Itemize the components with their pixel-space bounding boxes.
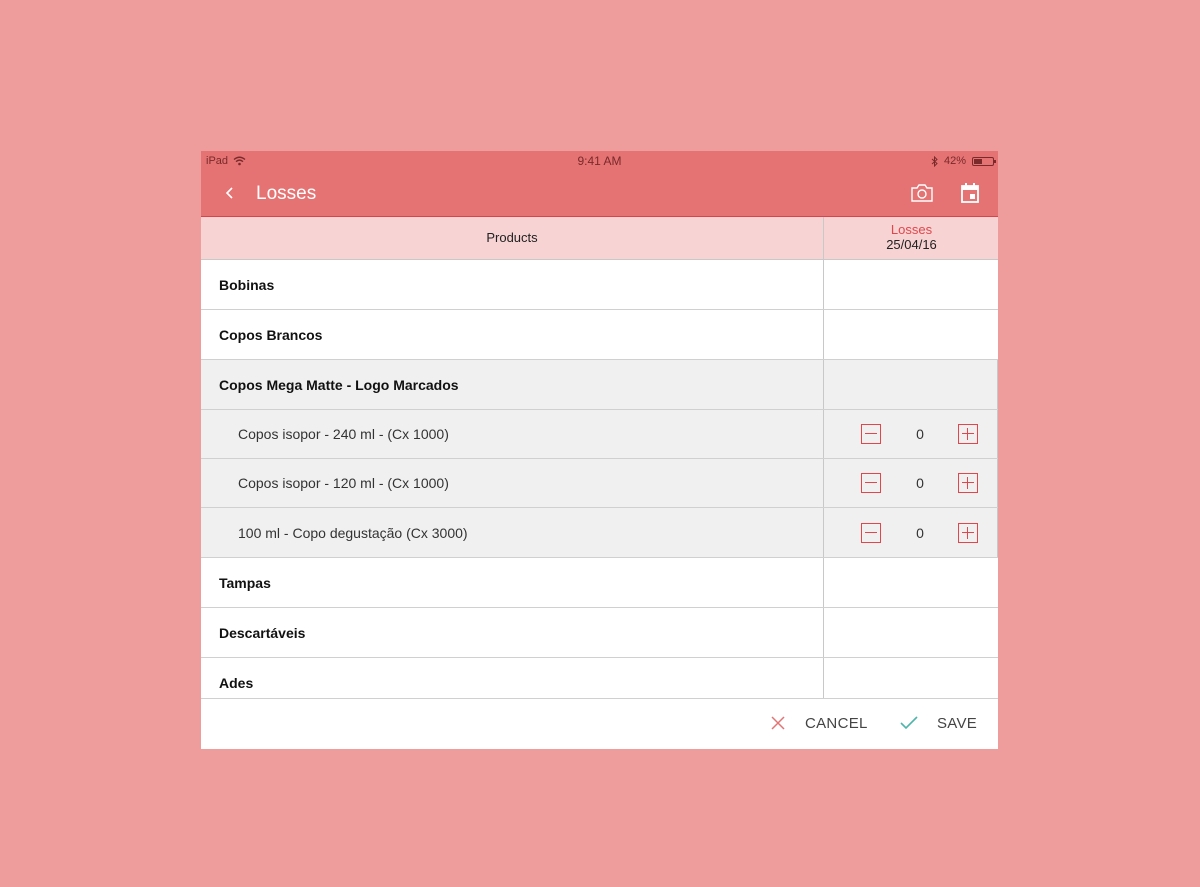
- close-icon: [771, 716, 785, 730]
- losses-cell: [823, 558, 998, 607]
- app-window: iPad 9:41 AM 42% Losses Products Losses …: [201, 151, 998, 749]
- row-label: Descartáveis: [219, 624, 306, 641]
- losses-cell: [823, 310, 998, 359]
- back-chevron-icon[interactable]: [221, 183, 239, 203]
- increment-button[interactable]: [958, 424, 978, 444]
- losses-cell: [823, 608, 998, 657]
- category-row[interactable]: Copos Brancos: [201, 310, 998, 360]
- action-bar: CANCEL SAVE: [201, 698, 998, 749]
- row-label: Copos Mega Matte - Logo Marcados: [219, 376, 459, 393]
- battery-fill: [974, 158, 982, 164]
- camera-icon[interactable]: [909, 182, 935, 204]
- decrement-button[interactable]: [861, 424, 881, 444]
- row-label: Copos Brancos: [219, 326, 323, 343]
- product-row: Copos isopor - 240 ml - (Cx 1000) 0: [201, 410, 998, 459]
- check-icon: [900, 716, 918, 730]
- battery-icon: [972, 156, 996, 166]
- losses-column-header: Losses 25/04/16: [823, 217, 998, 259]
- increment-button[interactable]: [958, 473, 978, 493]
- category-row[interactable]: Tampas: [201, 558, 998, 608]
- bluetooth-icon: [931, 155, 938, 167]
- quantity-stepper: 0: [823, 410, 998, 458]
- row-label: Bobinas: [219, 276, 275, 293]
- category-row[interactable]: Descartáveis: [201, 608, 998, 658]
- quantity-value: 0: [916, 426, 924, 442]
- quantity-stepper: 0: [823, 508, 998, 557]
- save-label: SAVE: [937, 714, 978, 732]
- status-time: 9:41 AM: [577, 154, 622, 168]
- quantity-value: 0: [916, 475, 924, 491]
- quantity-stepper: 0: [823, 459, 998, 507]
- cancel-label: CANCEL: [805, 714, 868, 732]
- calendar-icon[interactable]: [958, 181, 982, 205]
- cancel-button[interactable]: CANCEL: [769, 714, 868, 732]
- row-label: Tampas: [219, 574, 271, 591]
- status-right: 42%: [931, 155, 996, 167]
- save-button[interactable]: SAVE: [899, 714, 977, 732]
- products-column-header: Products: [486, 230, 538, 245]
- losses-cell: [823, 360, 998, 409]
- increment-button[interactable]: [958, 522, 978, 543]
- battery-percent: 42%: [943, 155, 966, 167]
- row-label: Copos isopor - 120 ml - (Cx 1000): [238, 475, 449, 491]
- table-header: Products Losses 25/04/16: [201, 217, 998, 260]
- row-label: Copos isopor - 240 ml - (Cx 1000): [238, 426, 449, 442]
- nav-bar: Losses: [201, 171, 998, 217]
- category-row-expanded[interactable]: Copos Mega Matte - Logo Marcados: [201, 360, 998, 410]
- product-row: 100 ml - Copo degustação (Cx 3000) 0: [201, 508, 998, 558]
- status-bar: iPad 9:41 AM 42%: [201, 151, 998, 171]
- page-title: Losses: [256, 183, 317, 204]
- losses-column-label: Losses: [890, 222, 933, 237]
- losses-cell: [823, 260, 998, 309]
- product-row: Copos isopor - 120 ml - (Cx 1000) 0: [201, 459, 998, 508]
- decrement-button[interactable]: [861, 473, 881, 493]
- category-row[interactable]: Bobinas: [201, 260, 998, 310]
- quantity-value: 0: [916, 524, 924, 541]
- decrement-button[interactable]: [861, 522, 881, 543]
- row-label: 100 ml - Copo degustação (Cx 3000): [238, 524, 468, 541]
- losses-column-date: 25/04/16: [886, 237, 937, 252]
